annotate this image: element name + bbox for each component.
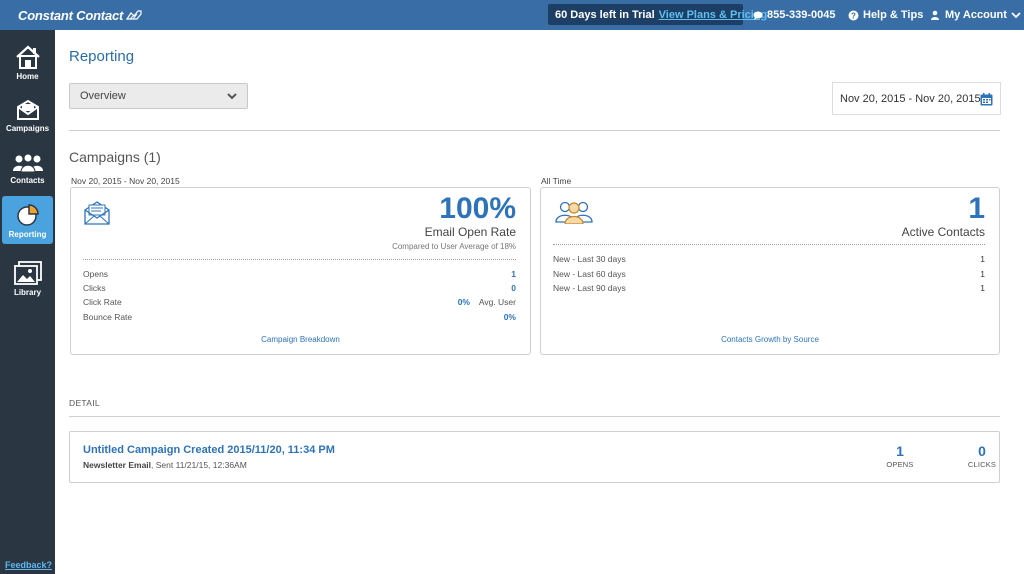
campaigns-section-title: Campaigns (1) bbox=[69, 149, 161, 165]
campaign-detail-row: Untitled Campaign Created 2015/11/20, 11… bbox=[69, 431, 1000, 483]
stat-row-clicks: Clicks 0 bbox=[83, 283, 516, 293]
user-icon bbox=[931, 10, 939, 20]
opens-value[interactable]: 1 bbox=[511, 269, 516, 279]
contacts-growth-link[interactable]: Contacts Growth by Source bbox=[541, 335, 999, 344]
dotted-divider bbox=[83, 259, 516, 260]
sidebar-item-campaigns[interactable]: Campaigns bbox=[2, 90, 53, 138]
pie-chart-icon bbox=[16, 204, 39, 226]
contacts-group-icon bbox=[555, 201, 593, 224]
view-plans-link[interactable]: View Plans & Pricing bbox=[659, 9, 768, 21]
phone-link[interactable]: 855-339-0045 bbox=[753, 0, 836, 30]
sidebar: Home Campaigns Contacts Reporting Librar… bbox=[0, 30, 55, 574]
campaigns-date-range-label: Nov 20, 2015 - Nov 20, 2015 bbox=[71, 176, 180, 186]
contacts-icon bbox=[12, 153, 43, 173]
detail-section-label: DETAIL bbox=[69, 398, 100, 408]
stat-row-click-rate: Click Rate 0% Avg. User bbox=[83, 297, 516, 307]
sidebar-item-reporting[interactable]: Reporting bbox=[2, 196, 53, 244]
date-range-picker[interactable]: Nov 20, 2015 - Nov 20, 2015 bbox=[832, 82, 1001, 115]
my-account-menu[interactable]: My Account bbox=[931, 0, 1024, 30]
library-icon bbox=[13, 261, 42, 285]
active-contacts-label: Active Contacts bbox=[901, 225, 985, 239]
active-contacts-value: 1 bbox=[968, 192, 985, 225]
all-time-label: All Time bbox=[541, 176, 572, 186]
open-rate-label: Email Open Rate bbox=[424, 225, 516, 239]
chevron-down-icon bbox=[1011, 11, 1021, 18]
help-tips-button[interactable]: ? Help & Tips bbox=[848, 0, 923, 30]
open-rate-value: 100% bbox=[439, 192, 516, 225]
divider bbox=[69, 416, 1000, 417]
sidebar-item-library[interactable]: Library bbox=[2, 254, 53, 302]
email-open-rate-card: 100% Email Open Rate Compared to User Av… bbox=[70, 187, 531, 355]
logo-mark-icon bbox=[126, 10, 142, 20]
stat-row-new-30: New - Last 30 days 1 bbox=[553, 254, 985, 264]
svg-text:?: ? bbox=[851, 11, 856, 20]
home-icon bbox=[15, 45, 40, 69]
chat-bubble-icon bbox=[753, 11, 763, 20]
click-rate-value: 0% bbox=[457, 297, 470, 307]
stat-row-new-90: New - Last 90 days 1 bbox=[553, 283, 985, 293]
campaign-title-link[interactable]: Untitled Campaign Created 2015/11/20, 11… bbox=[83, 444, 335, 456]
divider bbox=[69, 130, 1000, 131]
avg-user-label: Avg. User bbox=[478, 297, 516, 307]
report-view-select[interactable]: Overview bbox=[69, 83, 248, 109]
feedback-link[interactable]: Feedback? bbox=[5, 560, 52, 570]
campaign-clicks-stat[interactable]: 0 CLICKS bbox=[962, 443, 1002, 469]
stat-row-opens: Opens 1 bbox=[83, 269, 516, 279]
campaign-subtitle: Newsletter Email, Sent 11/21/15, 12:36AM bbox=[83, 460, 247, 470]
page-title: Reporting bbox=[69, 48, 135, 65]
sidebar-item-home[interactable]: Home bbox=[2, 38, 53, 86]
stat-row-bounce-rate: Bounce Rate 0% bbox=[83, 312, 516, 322]
dotted-divider bbox=[553, 244, 985, 245]
help-icon: ? bbox=[848, 10, 859, 20]
chevron-down-icon bbox=[227, 93, 237, 100]
campaign-opens-stat[interactable]: 1 OPENS bbox=[880, 443, 920, 469]
active-contacts-card: 1 Active Contacts New - Last 30 days 1 N… bbox=[540, 187, 1000, 355]
bounce-rate-value: 0% bbox=[503, 312, 516, 322]
trial-banner: 60 Days left in Trial View Plans & Prici… bbox=[548, 4, 767, 25]
clicks-value[interactable]: 0 bbox=[511, 283, 516, 293]
top-bar: Constant Contact 60 Days left in Trial V… bbox=[0, 0, 1024, 30]
user-average-compare: Compared to User Average of 18% bbox=[392, 242, 516, 251]
calendar-icon[interactable] bbox=[980, 93, 993, 106]
sidebar-item-contacts[interactable]: Contacts bbox=[2, 142, 53, 190]
envelope-icon bbox=[84, 201, 110, 225]
campaigns-icon bbox=[16, 99, 39, 120]
constant-contact-logo[interactable]: Constant Contact bbox=[0, 8, 142, 23]
campaign-breakdown-link[interactable]: Campaign Breakdown bbox=[71, 335, 530, 344]
stat-row-new-60: New - Last 60 days 1 bbox=[553, 269, 985, 279]
